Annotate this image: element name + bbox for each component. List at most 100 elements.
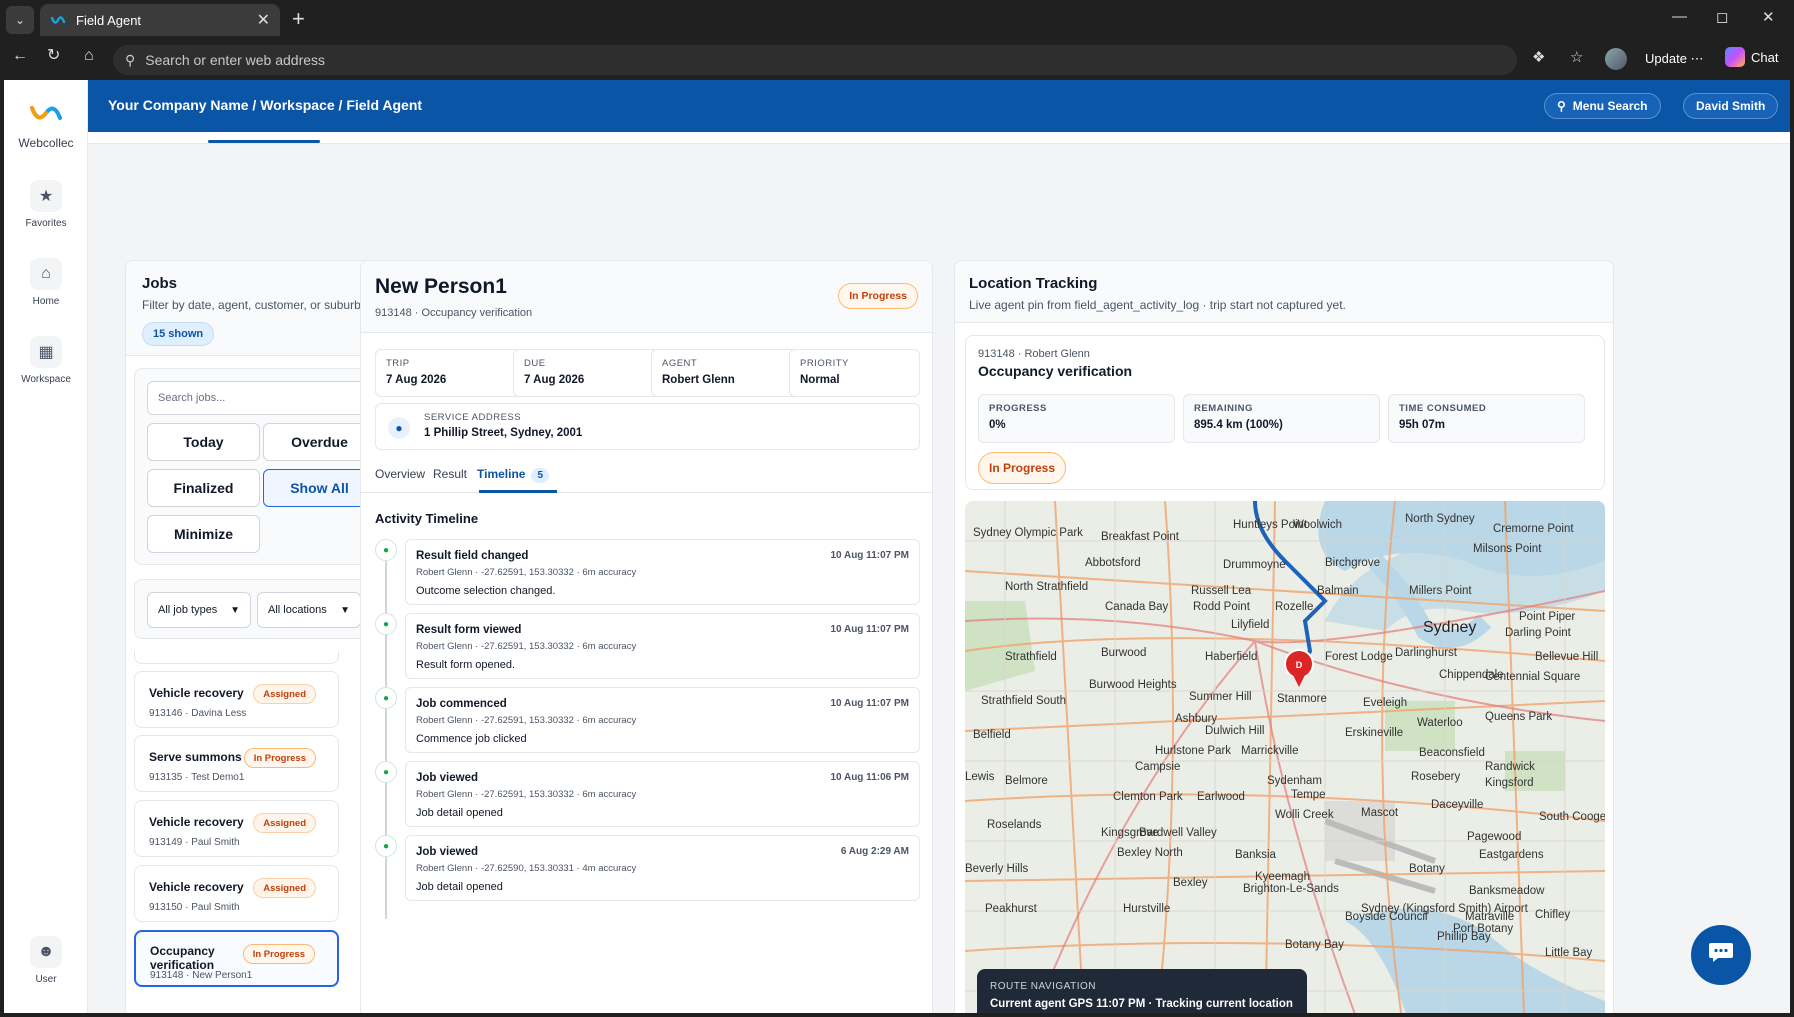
job-meta: 913135 · Test Demo1 [149, 772, 245, 783]
map-label: Darlinghurst [1395, 647, 1457, 659]
map-label: Daceyville [1431, 799, 1484, 811]
job-title: Serve summons [149, 750, 242, 764]
status-badge: In Progress [838, 283, 918, 309]
map-label: Woolwich [1293, 519, 1342, 531]
map-label: Stanmore [1277, 693, 1327, 705]
map-label: Wolli Creek [1275, 809, 1334, 821]
map-label: Rosebery [1411, 771, 1461, 783]
map-label: South Coogee [1539, 811, 1605, 823]
map-label: Botany [1409, 863, 1445, 875]
location-select[interactable]: All locations ▼ [257, 592, 361, 628]
sidebar-item-favorites[interactable]: ★ Favorites [4, 180, 88, 229]
map-label: Botany Bay [1285, 939, 1344, 951]
job-meta: 913148 · Occupancy verification [375, 307, 533, 319]
extensions-icon[interactable]: ❖ [1532, 48, 1545, 66]
timeline-event: Job viewed 6 Aug 2:29 AM Robert Glenn · -… [405, 835, 920, 901]
route-map[interactable]: D North Sydney Sydney Olympic Park Breakfa… [965, 501, 1605, 1013]
subnav-strip [88, 132, 1790, 144]
list-item[interactable]: Vehicle recovery Assigned 913149 · Paul … [134, 800, 339, 857]
close-tab-icon[interactable]: ✕ [257, 10, 270, 30]
filter-today-button[interactable]: Today [147, 423, 260, 461]
menu-search-button[interactable]: ⚲ Menu Search [1544, 93, 1661, 119]
map-label: Cremorne Point [1493, 523, 1574, 535]
map-label: Clemton Park [1113, 791, 1183, 803]
maximize-window-icon[interactable]: ◻ [1716, 8, 1728, 26]
home-icon: ⌂ [30, 258, 62, 290]
favorites-star-icon[interactable]: ☆ [1570, 48, 1583, 66]
sidebar-item-label: User [35, 974, 57, 985]
webcollect-logo-icon [4, 100, 88, 132]
status-badge: Assigned [253, 813, 316, 833]
chat-bubble-icon [1708, 941, 1734, 969]
new-tab-button[interactable]: + [292, 8, 305, 30]
filter-box: Search jobs... Today Overdue Finalized S… [134, 368, 381, 565]
map-label: Erskineville [1345, 727, 1404, 739]
sidebar-item-label: Favorites [25, 218, 67, 229]
location-pin-icon: ● [375, 761, 397, 783]
jobs-title: Jobs [142, 275, 178, 292]
list-item[interactable]: Vehicle recovery Assigned 913146 · Davin… [134, 671, 339, 728]
map-label: Roselands [987, 819, 1042, 831]
filter-finalized-button[interactable]: Finalized [147, 469, 260, 507]
list-item[interactable]: Vehicle recovery Assigned 913150 · Paul … [134, 865, 339, 922]
sidebar: Webcollec ★ Favorites ⌂ Home ▦ Workspace… [4, 80, 88, 1013]
map-label: Waterloo [1417, 717, 1463, 729]
map-label: Rozelle [1275, 601, 1314, 613]
location-title: Location Tracking [969, 275, 1098, 292]
list-item[interactable] [134, 651, 339, 664]
search-jobs-input[interactable]: Search jobs... [147, 381, 376, 415]
map-label: Bellevue Hill [1535, 651, 1599, 663]
tab-overview[interactable]: Overview [375, 467, 425, 481]
map-label: Kyeemagh [1255, 871, 1310, 883]
map-label: Kingsford [1485, 777, 1534, 789]
map-label: Millers Point [1409, 585, 1472, 597]
map-label: Dulwich Hill [1205, 725, 1265, 737]
map-label: Summer Hill [1189, 691, 1252, 703]
map-label: Haberfield [1205, 651, 1258, 663]
job-type-select[interactable]: All job types ▼ [147, 592, 251, 628]
map-label: Phillip Bay [1437, 931, 1491, 943]
address-bar[interactable]: ⚲ Search or enter web address [113, 45, 1517, 75]
map-label: Brighton-Le-Sands [1243, 883, 1339, 895]
job-title: Vehicle recovery [149, 880, 244, 894]
list-item-selected[interactable]: Occupancy verification In Progress 91314… [134, 930, 339, 987]
job-meta: 913148 · New Person1 [150, 970, 253, 981]
user-icon: ☻ [30, 936, 62, 968]
tab-list-button[interactable]: ⌄ [6, 6, 34, 34]
job-title: Vehicle recovery [149, 686, 244, 700]
tab-timeline[interactable]: Timeline 5 [477, 467, 550, 483]
filter-minimize-button[interactable]: Minimize [147, 515, 260, 553]
map-label: Banksmeadow [1469, 885, 1545, 897]
user-menu-button[interactable]: David Smith [1683, 93, 1779, 119]
map-label: Rodd Point [1193, 601, 1250, 613]
minimize-window-icon[interactable]: — [1672, 8, 1687, 25]
tab-result[interactable]: Result [433, 467, 467, 481]
map-label: Pagewood [1467, 831, 1522, 843]
map-label: Point Piper [1519, 611, 1576, 623]
person-name: New Person1 [375, 275, 507, 298]
sidebar-item-user[interactable]: ☻ User [4, 936, 88, 985]
map-label: Hurlstone Park [1155, 745, 1232, 757]
sidebar-item-workspace[interactable]: ▦ Workspace [4, 336, 88, 385]
sidebar-item-home[interactable]: ⌂ Home [4, 258, 88, 307]
list-item[interactable]: Serve summons In Progress 913135 · Test … [134, 735, 339, 792]
job-list[interactable]: Vehicle recovery Assigned 913146 · Davin… [134, 651, 381, 1013]
back-icon[interactable]: ← [12, 48, 28, 64]
brand[interactable]: Webcollec [4, 100, 88, 150]
profile-avatar[interactable] [1605, 48, 1627, 70]
field-agent: AGENT Robert Glenn [651, 349, 798, 397]
address-bar-placeholder: Search or enter web address [145, 52, 326, 68]
map-label: Eastgardens [1479, 849, 1544, 861]
update-button[interactable]: Update ⋯ [1645, 51, 1704, 67]
home-browser-icon[interactable]: ⌂ [84, 48, 94, 64]
field-due: DUE 7 Aug 2026 [513, 349, 660, 397]
chat-fab-button[interactable] [1691, 925, 1751, 985]
map-label: Canada Bay [1105, 601, 1169, 613]
chat-button[interactable]: Chat [1725, 47, 1778, 67]
close-window-icon[interactable]: ✕ [1762, 8, 1775, 26]
browser-tab[interactable]: Field Agent ✕ [40, 4, 280, 36]
map-label: Forest Lodge [1325, 651, 1393, 663]
tracking-summary: 913148 · Robert Glenn Occupancy verifica… [965, 335, 1605, 490]
map-label: Bardwell Valley [1139, 827, 1217, 839]
reload-icon[interactable]: ↻ [47, 48, 60, 64]
